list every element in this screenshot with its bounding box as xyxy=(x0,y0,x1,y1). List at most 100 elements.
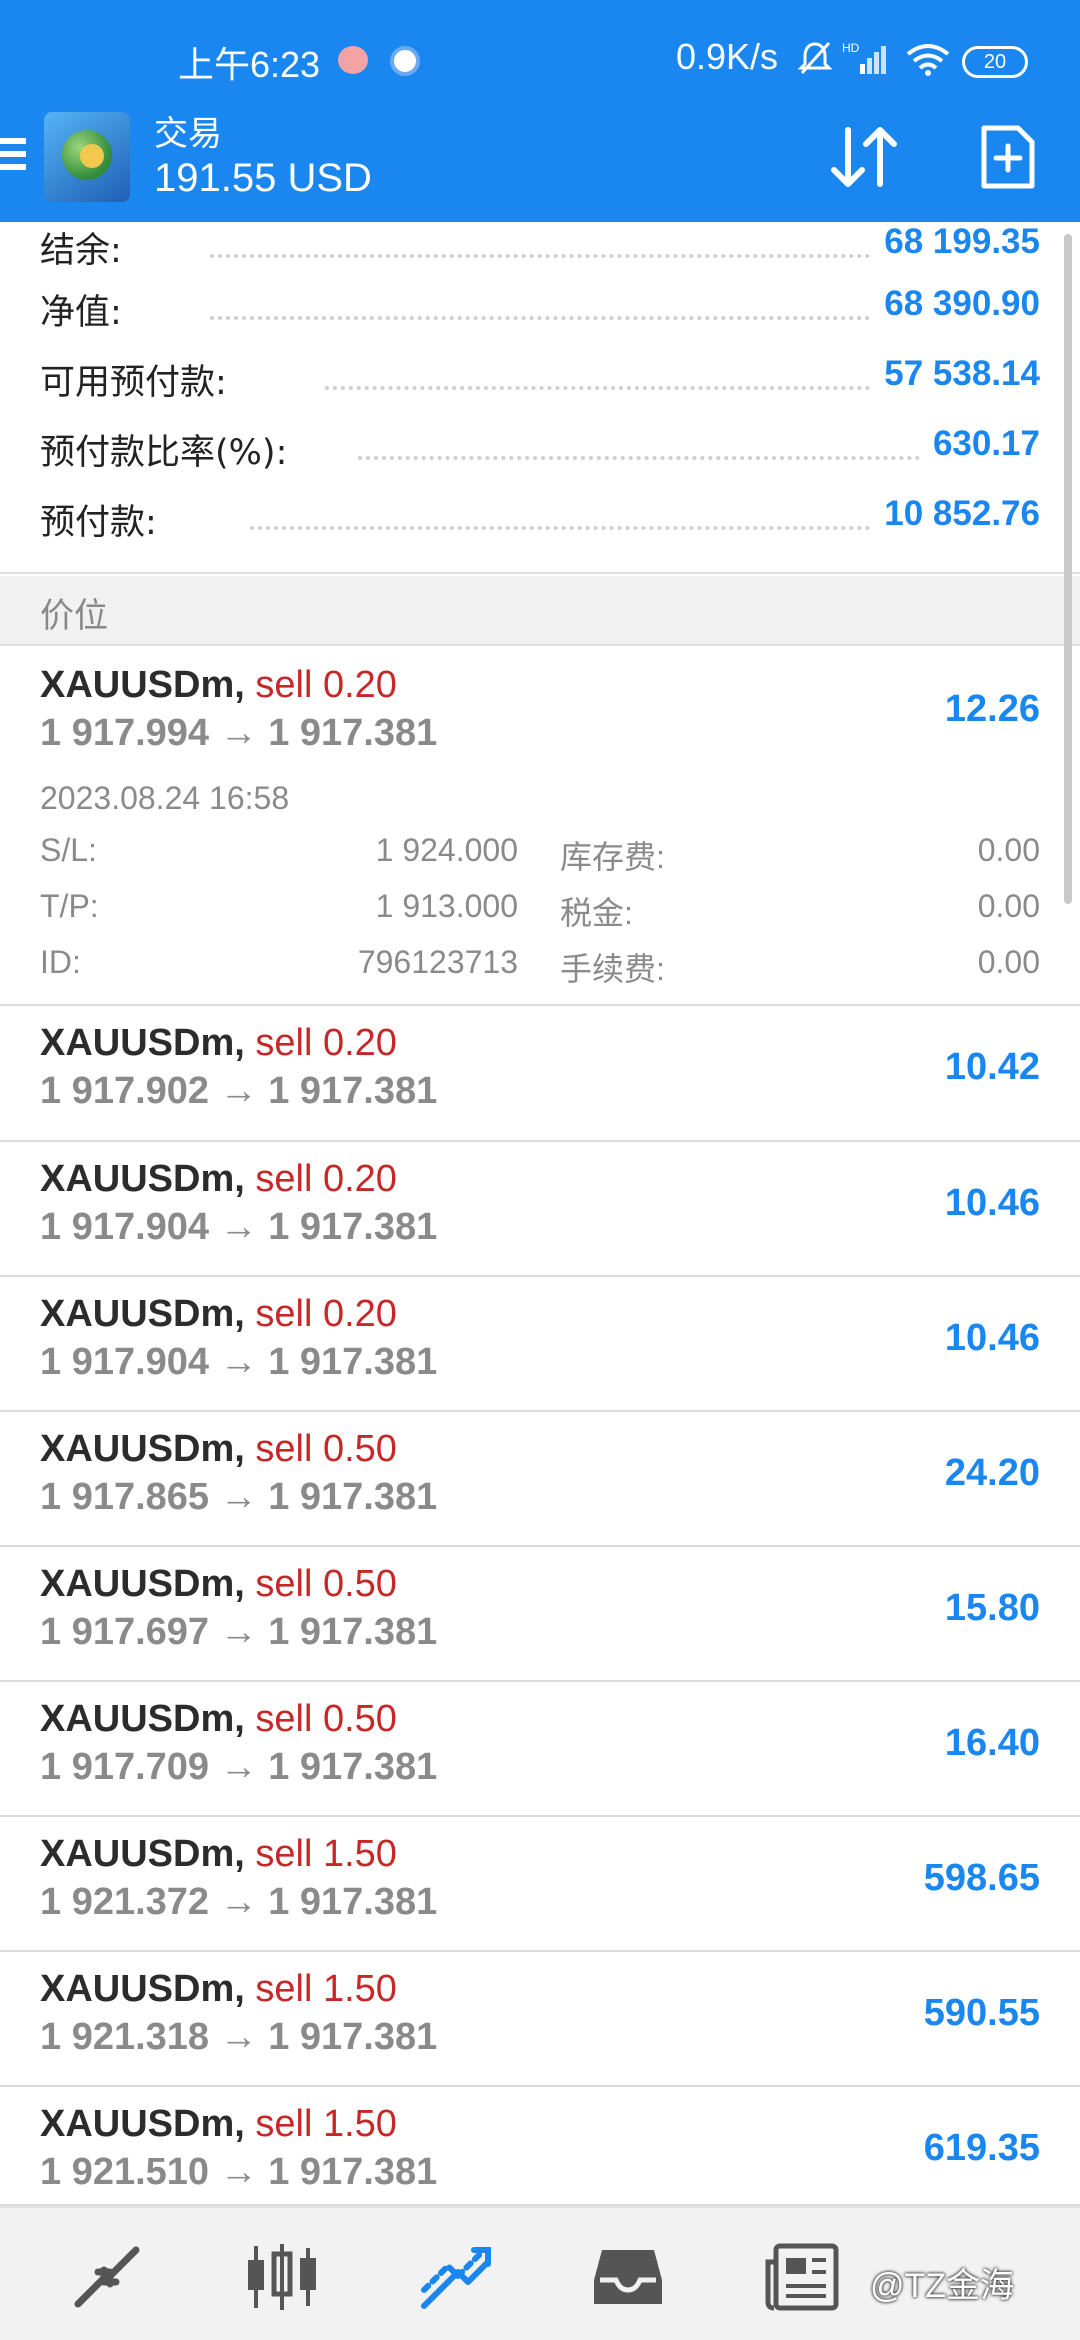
detail-value: 0.00 xyxy=(977,832,1040,868)
detail-row-id: ID: 796123713 手续费: 0.00 xyxy=(40,944,1040,1000)
open-price: 1 917.902 xyxy=(40,1070,210,1112)
section-header-positions: 价位 xyxy=(0,576,1080,646)
open-price: 1 921.318 xyxy=(40,2016,210,2058)
price-arrow: → xyxy=(219,2016,258,2058)
open-price: 1 917.697 xyxy=(40,1611,210,1653)
position-title: XAUUSDm, sell 0.20 xyxy=(40,1293,397,1336)
position-prices: 1 917.902 → 1 917.381 xyxy=(40,1070,437,1113)
status-time: 上午6:23 xyxy=(178,44,321,85)
detail-row-tp: T/P: 1 913.000 税金: 0.00 xyxy=(40,888,1040,944)
detail-value: 0.00 xyxy=(977,888,1040,924)
position-row[interactable]: XAUUSDm, sell 0.20 1 917.904 → 1 917.381… xyxy=(0,1277,1080,1412)
position-profit: 10.42 xyxy=(944,1046,1040,1088)
position-row[interactable]: XAUUSDm, sell 0.50 1 917.709 → 1 917.381… xyxy=(0,1682,1080,1817)
open-time: 2023.08.24 16:58 xyxy=(40,780,290,816)
quotes-icon[interactable] xyxy=(70,2242,146,2312)
detail-row-sl: S/L: 1 924.000 库存费: 0.00 xyxy=(40,832,1040,888)
watermark: @TZ金海 xyxy=(870,2267,1015,2305)
position-side: sell 1.50 xyxy=(255,1968,397,2010)
summary-row-margin: 预付款: 10 852.76 xyxy=(40,494,1040,550)
current-price: 1 917.381 xyxy=(268,1881,438,1923)
account-balance: 191.55 USD xyxy=(154,156,372,200)
app-bar: 交易 191.55 USD xyxy=(0,106,1080,222)
summary-label: 结余: xyxy=(40,231,122,271)
detail-key: T/P: xyxy=(40,888,99,924)
price-arrow: → xyxy=(219,1476,258,1518)
position-row[interactable]: XAUUSDm, sell 0.20 1 917.904 → 1 917.381… xyxy=(0,1142,1080,1277)
position-profit: 10.46 xyxy=(944,1317,1040,1359)
summary-value: 10 852.76 xyxy=(884,494,1040,533)
summary-value: 57 538.14 xyxy=(884,354,1040,393)
status-bar: 上午6:23 0.9K/s HD 20 xyxy=(0,0,1080,120)
detail-key: ID: xyxy=(40,944,81,980)
chart-icon[interactable] xyxy=(244,2242,320,2312)
position-title: XAUUSDm, sell 0.50 xyxy=(40,1698,397,1741)
position-row[interactable]: XAUUSDm, sell 0.50 1 917.865 → 1 917.381… xyxy=(0,1412,1080,1547)
trade-icon[interactable] xyxy=(418,2242,494,2312)
position-side: sell 0.20 xyxy=(255,1158,397,1200)
bottom-navigation: @TZ金海 xyxy=(0,2206,1080,2340)
open-price: 1 917.904 xyxy=(40,1206,210,1248)
current-price: 1 917.381 xyxy=(268,712,438,754)
position-row[interactable]: XAUUSDm, sell 0.50 1 917.697 → 1 917.381… xyxy=(0,1547,1080,1682)
summary-value: 68 390.90 xyxy=(884,284,1040,323)
detail-key: S/L: xyxy=(40,832,97,868)
position-side: sell 1.50 xyxy=(255,2103,397,2145)
summary-value: 630.17 xyxy=(932,424,1040,463)
new-order-icon[interactable] xyxy=(980,124,1036,190)
position-symbol: XAUUSDm, xyxy=(40,1833,245,1875)
open-price: 1 917.709 xyxy=(40,1746,210,1788)
position-prices: 1 917.904 → 1 917.381 xyxy=(40,1341,437,1384)
position-row[interactable]: XAUUSDm, sell 1.50 1 921.510 → 1 917.381… xyxy=(0,2087,1080,2206)
current-price: 1 917.381 xyxy=(268,2151,438,2193)
position-title: XAUUSDm, sell 1.50 xyxy=(40,1968,397,2011)
position-profit: 16.40 xyxy=(944,1722,1040,1764)
position-title: XAUUSDm, sell 0.50 xyxy=(40,1428,397,1471)
bell-muted-icon xyxy=(798,41,832,75)
summary-label: 可用预付款: xyxy=(40,363,227,403)
position-symbol: XAUUSDm, xyxy=(40,1968,245,2010)
detail-key: 税金: xyxy=(560,895,633,931)
position-side: sell 0.20 xyxy=(255,664,397,706)
position-prices: 1 917.709 → 1 917.381 xyxy=(40,1746,437,1789)
position-symbol: XAUUSDm, xyxy=(40,1563,245,1605)
news-icon[interactable] xyxy=(764,2242,840,2312)
position-title: XAUUSDm, sell 1.50 xyxy=(40,2103,397,2146)
network-speed: 0.9K/s xyxy=(676,36,779,77)
account-summary: 结余: 68 199.35 净值: 68 390.90 可用预付款: 57 53… xyxy=(0,222,1080,574)
position-prices: 1 921.372 → 1 917.381 xyxy=(40,1881,437,1924)
position-side: sell 1.50 xyxy=(255,1833,397,1875)
history-icon[interactable] xyxy=(590,2242,666,2312)
position-prices: 1 917.994 → 1 917.381 xyxy=(40,712,437,755)
position-profit: 590.55 xyxy=(923,1992,1040,2034)
summary-value: 68 199.35 xyxy=(884,222,1040,261)
section-title: 价位 xyxy=(40,596,108,636)
dotted-leader xyxy=(210,238,870,258)
position-row[interactable]: XAUUSDm, sell 1.50 1 921.372 → 1 917.381… xyxy=(0,1817,1080,1952)
signal-icon: HD xyxy=(842,41,886,74)
position-details: 2023.08.24 16:58 S/L: 1 924.000 库存费: 0.0… xyxy=(40,780,1040,987)
current-price: 1 917.381 xyxy=(268,2016,438,2058)
current-price: 1 917.381 xyxy=(268,1341,438,1383)
price-arrow: → xyxy=(219,1206,258,1248)
open-price: 1 917.994 xyxy=(40,712,210,754)
position-title: XAUUSDm, sell 0.20 xyxy=(40,1022,397,1065)
sort-icon[interactable] xyxy=(828,124,900,190)
position-row[interactable]: XAUUSDm, sell 0.20 1 917.902 → 1 917.381… xyxy=(0,1006,1080,1142)
summary-label: 净值: xyxy=(40,293,122,333)
position-row[interactable]: XAUUSDm, sell 1.50 1 921.318 → 1 917.381… xyxy=(0,1952,1080,2087)
hd-label: HD xyxy=(842,41,860,55)
position-symbol: XAUUSDm, xyxy=(40,2103,245,2145)
position-row[interactable]: XAUUSDm, sell 0.20 1 917.994 → 1 917.381… xyxy=(0,648,1080,1006)
position-prices: 1 921.510 → 1 917.381 xyxy=(40,2151,437,2194)
position-prices: 1 917.697 → 1 917.381 xyxy=(40,1611,437,1654)
scrollbar[interactable] xyxy=(1064,234,1072,904)
menu-icon[interactable] xyxy=(0,138,30,182)
position-profit: 15.80 xyxy=(944,1587,1040,1629)
position-prices: 1 917.904 → 1 917.381 xyxy=(40,1206,437,1249)
detail-value: 1 913.000 xyxy=(375,888,518,924)
current-price: 1 917.381 xyxy=(268,1070,438,1112)
price-arrow: → xyxy=(219,1070,258,1112)
detail-value: 1 924.000 xyxy=(375,832,518,868)
detail-grid: S/L: 1 924.000 库存费: 0.00 T/P: 1 913.000 … xyxy=(40,832,1040,1000)
